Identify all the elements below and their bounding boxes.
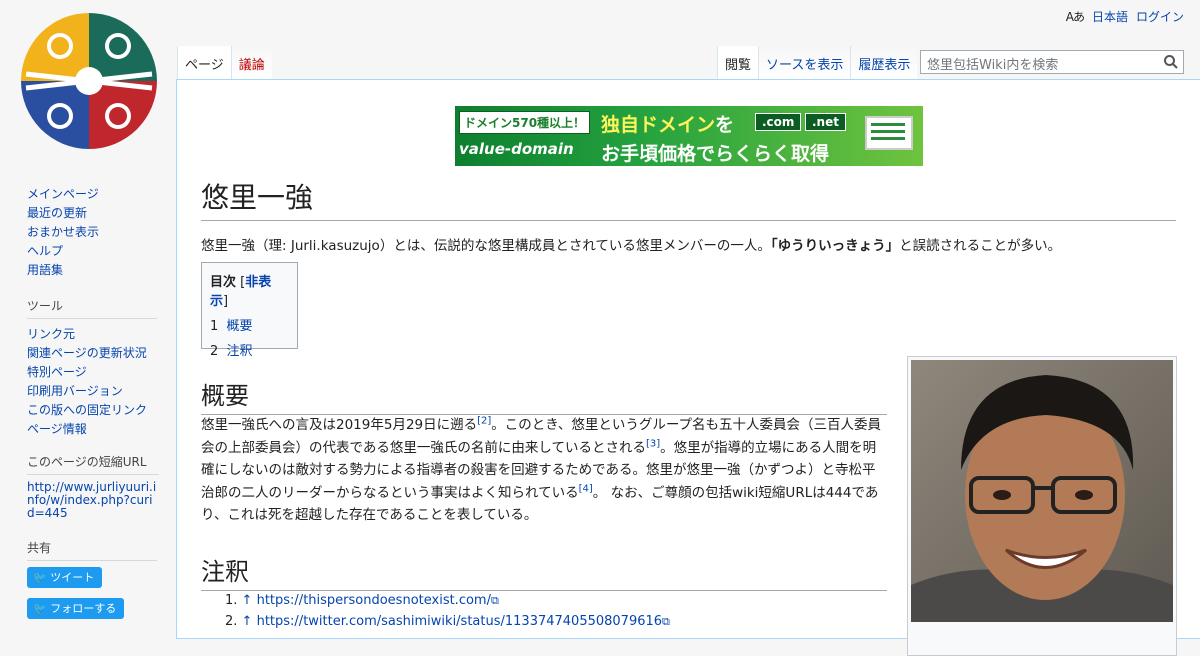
thumbnail xyxy=(907,356,1177,656)
namespace-tabs: ページ 議論 xyxy=(177,46,272,79)
sidebar-item-permalink[interactable]: この版への固定リンク xyxy=(27,403,147,417)
view-tabs: 閲覧 ソースを表示 履歴表示 xyxy=(717,46,918,79)
site-logo[interactable] xyxy=(20,12,158,150)
toc-item[interactable]: 2 注釈 xyxy=(210,340,289,359)
ref-backlink[interactable]: ↑ xyxy=(242,614,253,629)
short-url-heading: このページの短縮URL xyxy=(27,453,159,475)
sidebar-short-url: このページの短縮URL http://www.jurliyuuri.info/w… xyxy=(27,453,159,520)
reference-item: 1. ↑ https://thispersondoesnotexist.com/… xyxy=(225,593,499,608)
sidebar-share: 共有 🐦 ツイート 🐦 フォローする xyxy=(27,539,157,629)
ad-badge: ドメイン570種以上！ xyxy=(459,111,591,134)
tab-read[interactable]: 閲覧 xyxy=(717,46,759,79)
sidebar-item-print[interactable]: 印刷用バージョン xyxy=(27,384,123,398)
sidebar-item-recent-changes[interactable]: 最近の更新 xyxy=(27,206,87,220)
ref-backlink[interactable]: ↑ xyxy=(242,593,253,608)
language-icon: Aあ xyxy=(1065,10,1085,24)
reference-item: 2. ↑ https://twitter.com/sashimiwiki/sta… xyxy=(225,614,670,629)
references-list: 1. ↑ https://thispersondoesnotexist.com/… xyxy=(225,590,670,632)
sidebar-item-glossary[interactable]: 用語集 xyxy=(27,263,63,277)
login-link[interactable]: ログイン xyxy=(1136,8,1184,25)
ref-link[interactable]: [3] xyxy=(646,438,660,449)
external-link[interactable]: https://twitter.com/sashimiwiki/status/1… xyxy=(257,614,662,629)
follow-button[interactable]: 🐦 フォローする xyxy=(27,598,125,619)
ad-domain-com: .com xyxy=(755,113,802,131)
personal-tools: Aあ 日本語 ログイン xyxy=(1066,8,1184,25)
external-link-icon: ⧉ xyxy=(490,594,499,607)
content-area: ドメイン570種以上！ 独自ドメインを .com .net value-doma… xyxy=(176,79,1200,656)
ref-link[interactable]: [4] xyxy=(579,483,593,494)
search-input[interactable]: 悠里包括Wiki内を検索 xyxy=(920,50,1184,74)
external-link[interactable]: https://thispersondoesnotexist.com/ xyxy=(257,593,491,608)
sidebar-item-help[interactable]: ヘルプ xyxy=(27,244,63,258)
ad-brand: value-domain xyxy=(459,140,574,158)
page-title: 悠里一強 xyxy=(201,176,1176,221)
tools-heading: ツール xyxy=(27,297,157,319)
toc-item[interactable]: 1 概要 xyxy=(210,315,289,334)
sidebar-item-related-changes[interactable]: 関連ページの更新状況 xyxy=(27,346,147,360)
sidebar-item-random[interactable]: おまかせ表示 xyxy=(27,225,99,239)
external-link-icon: ⧉ xyxy=(662,615,670,628)
section-heading-notes: 注釈 xyxy=(201,552,887,591)
ad-headline: 独自ドメインを xyxy=(601,114,735,136)
short-url-link[interactable]: http://www.jurliyuuri.info/w/index.php?c… xyxy=(27,480,156,520)
ad-subline: お手頃価格でらくらく取得 xyxy=(601,143,830,165)
sidebar-item-page-info[interactable]: ページ情報 xyxy=(27,422,87,436)
ref-link[interactable]: [2] xyxy=(477,416,491,427)
tweet-button[interactable]: 🐦 ツイート xyxy=(27,567,103,588)
twitter-icon: 🐦 xyxy=(33,602,51,615)
monitor-icon xyxy=(865,116,913,150)
sidebar-item-special-pages[interactable]: 特別ページ xyxy=(27,365,87,379)
ad-banner[interactable]: ドメイン570種以上！ 独自ドメインを .com .net value-doma… xyxy=(455,106,923,166)
twitter-icon: 🐦 xyxy=(33,571,51,584)
search-placeholder: 悠里包括Wiki内を検索 xyxy=(927,58,1059,73)
section-heading-overview: 概要 xyxy=(201,376,887,415)
share-heading: 共有 xyxy=(27,539,157,561)
ad-domain-net: .net xyxy=(805,113,846,131)
table-of-contents: 目次 [非表示] 1 概要 2 注釈 xyxy=(201,262,298,359)
language-link[interactable]: 日本語 xyxy=(1092,8,1128,25)
tab-page[interactable]: ページ xyxy=(177,46,231,79)
sidebar-item-main-page[interactable]: メインページ xyxy=(27,187,99,201)
sidebar-navigation: メインページ 最近の更新 おまかせ表示 ヘルプ 用語集 xyxy=(27,185,157,280)
overview-paragraph: 悠里一強氏への言及は2019年5月29日に遡る[2]。このとき、悠里というグルー… xyxy=(201,415,882,523)
sidebar-tools: ツール リンク元 関連ページの更新状況 特別ページ 印刷用バージョン この版への… xyxy=(27,297,157,439)
search-icon[interactable] xyxy=(1163,54,1179,70)
tab-view-source[interactable]: ソースを表示 xyxy=(758,46,851,79)
tab-history[interactable]: 履歴表示 xyxy=(850,46,918,79)
sidebar-item-whatlinkshere[interactable]: リンク元 xyxy=(27,327,75,341)
portrait-image[interactable] xyxy=(911,360,1173,622)
tab-talk[interactable]: 議論 xyxy=(230,46,272,79)
intro-paragraph: 悠里一強（理: Jurli.kasuzujo）とは、伝説的な悠里構成員とされてい… xyxy=(201,238,1062,254)
